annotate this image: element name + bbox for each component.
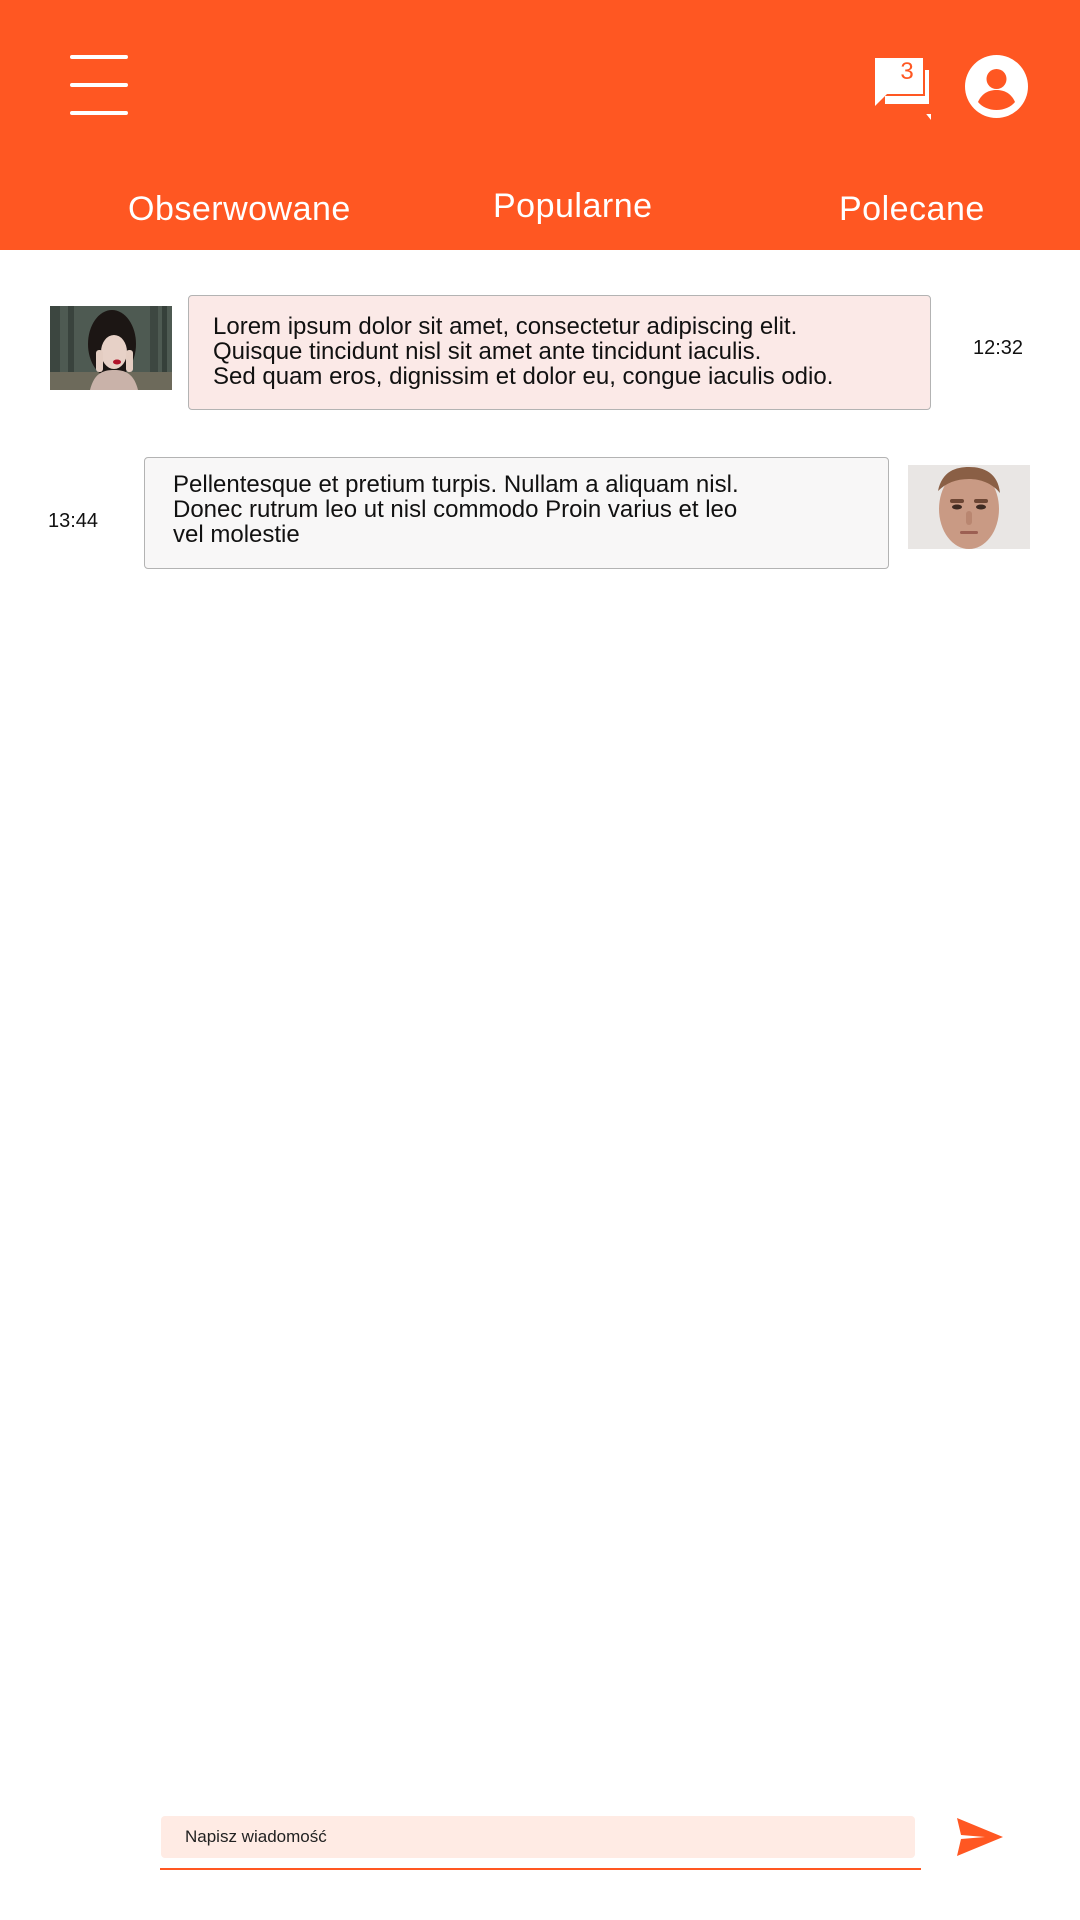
message-bubble-incoming: Lorem ipsum dolor sit amet, consectetur … <box>188 295 931 410</box>
tab-obserwowane[interactable]: Obserwowane <box>128 190 351 229</box>
hamburger-menu-icon[interactable] <box>70 55 128 117</box>
unread-count-badge: 3 <box>900 58 914 85</box>
avatar-man[interactable] <box>908 465 1030 549</box>
app-header: 3 Obserwowane Popularne Polecane <box>0 0 1080 250</box>
message-bubble-outgoing: Pellentesque et pretium turpis. Nullam a… <box>144 457 889 569</box>
message-input[interactable] <box>161 1816 915 1858</box>
send-icon <box>957 1818 1003 1856</box>
profile-button[interactable] <box>965 55 1028 118</box>
message-composer <box>161 1816 915 1858</box>
input-underline <box>160 1868 921 1870</box>
avatar-photo <box>908 465 1030 549</box>
account-circle-icon <box>965 55 1028 118</box>
message-time: 12:32 <box>973 337 1024 359</box>
send-button[interactable] <box>955 1816 1005 1858</box>
menu-line <box>70 83 128 87</box>
chat-button[interactable]: 3 <box>873 56 939 122</box>
menu-line <box>70 55 128 59</box>
avatar-woman[interactable] <box>50 306 172 390</box>
avatar-photo <box>50 306 172 390</box>
message-time: 13:44 <box>48 510 99 532</box>
tab-popularne[interactable]: Popularne <box>493 187 653 226</box>
menu-line <box>70 111 128 115</box>
tab-polecane[interactable]: Polecane <box>839 190 985 229</box>
